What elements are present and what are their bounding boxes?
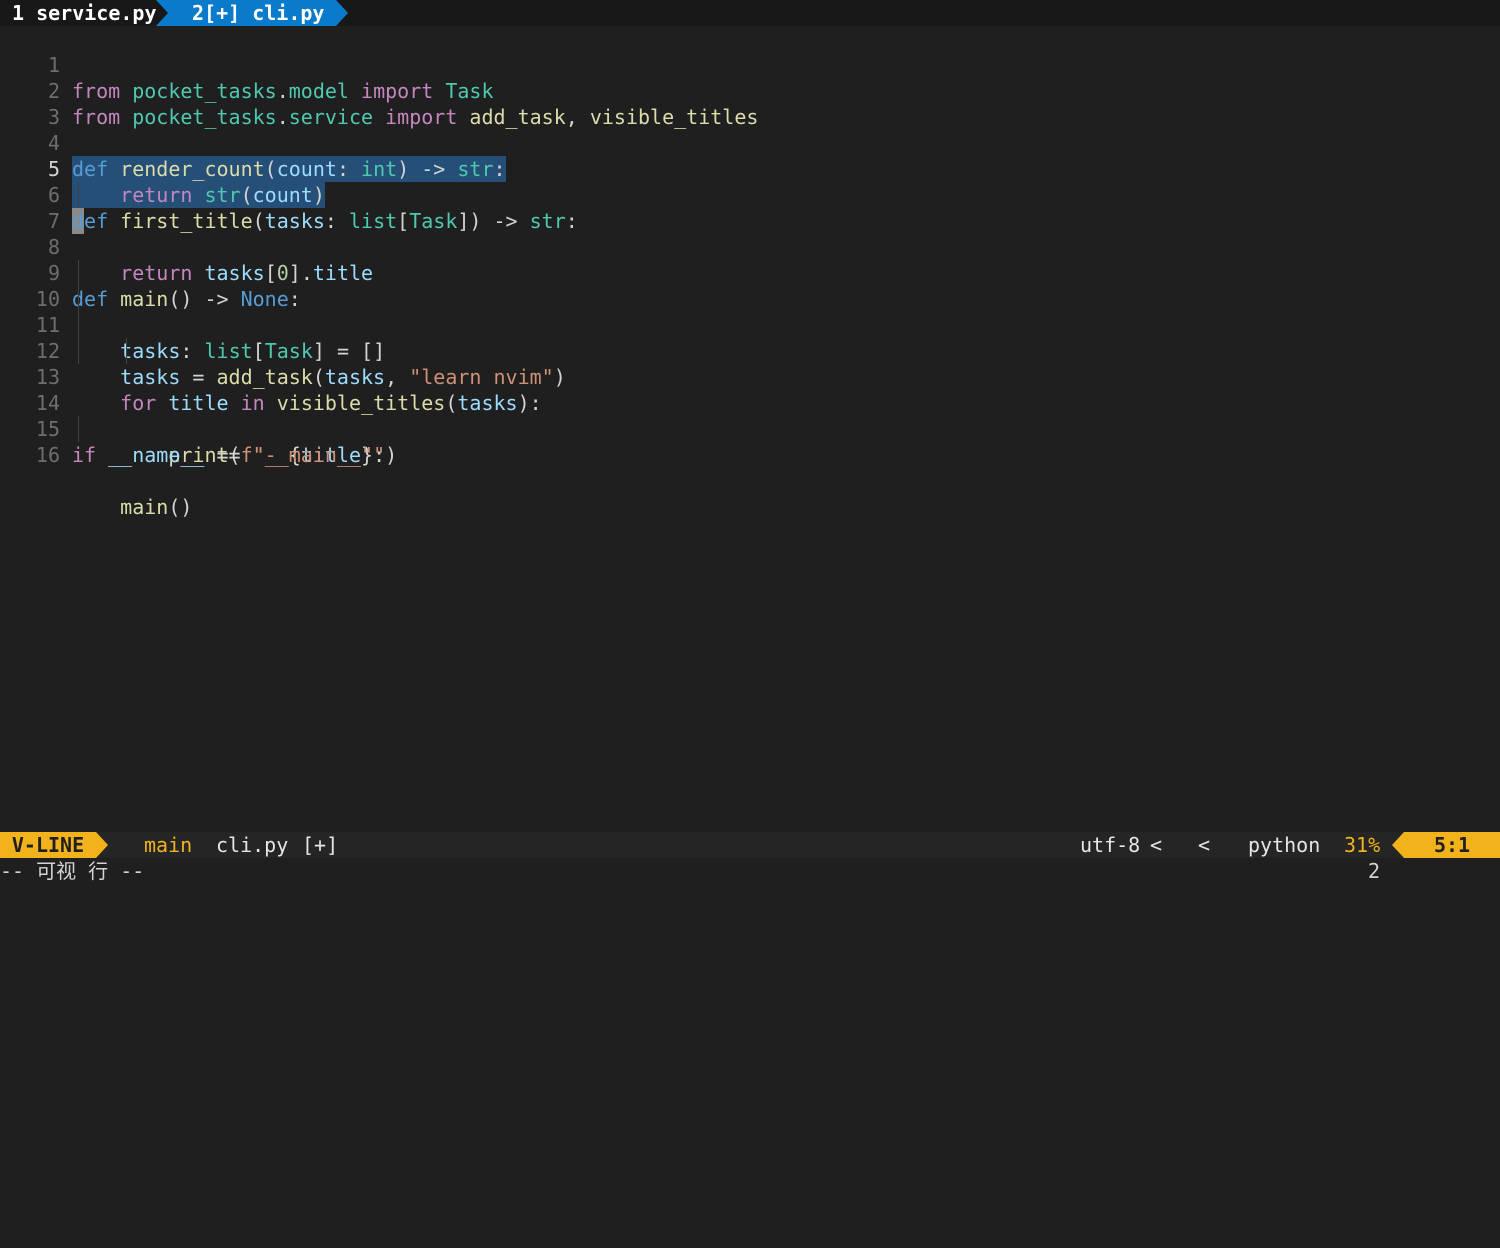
code-line[interactable]: 6 def first_title(tasks: list[Task]) -> … bbox=[0, 156, 1500, 233]
tabline: 1 service.py 2[+] cli.py bbox=[0, 0, 1500, 26]
tab-service-py[interactable]: 1 service.py bbox=[0, 0, 168, 26]
code-line[interactable]: 10 tasks: list[Task] = [] bbox=[0, 260, 1500, 363]
file-encoding: utf-8 bbox=[1080, 833, 1141, 857]
indent-guide bbox=[78, 260, 79, 286]
tab-separator bbox=[156, 0, 168, 26]
code-line[interactable]: 9 def main() -> None: bbox=[0, 234, 1500, 311]
indent-guide bbox=[126, 338, 127, 364]
scroll-percent: 31% bbox=[1344, 833, 1381, 857]
code-line[interactable]: 13 print(f"- {title}") bbox=[0, 338, 1500, 467]
code-line[interactable]: 2 from pocket_tasks.service import add_t… bbox=[0, 52, 1500, 129]
indent-guide bbox=[78, 312, 79, 338]
indent-guide bbox=[78, 286, 79, 312]
code-line[interactable]: 3 bbox=[0, 78, 1500, 129]
file-type: python bbox=[1248, 833, 1321, 857]
indent-guide bbox=[78, 416, 79, 442]
statusline: V-LINE main cli.py [+] utf-8 < < python … bbox=[0, 832, 1500, 880]
editor-pane[interactable]: 1 from pocket_tasks.model import Task 2 … bbox=[0, 26, 1500, 832]
code-line[interactable]: 7 return tasks[0].title bbox=[0, 182, 1500, 285]
git-branch-name[interactable]: main bbox=[144, 832, 192, 858]
code-line[interactable]: 8 bbox=[0, 208, 1500, 259]
command-line[interactable]: -- 可视 行 -- 2 bbox=[0, 858, 1500, 885]
mode-message: -- 可视 行 -- bbox=[0, 859, 145, 883]
indent-guide bbox=[78, 182, 79, 208]
code-line-selected[interactable]: 4 def render_count(count: int) -> str: bbox=[0, 104, 1500, 182]
code-line[interactable]: 15 if __name__ == "__main__": bbox=[0, 390, 1500, 467]
code-line[interactable]: 11 tasks = add_task(tasks, "learn nvim") bbox=[0, 286, 1500, 389]
modified-flag: [+] bbox=[302, 833, 339, 857]
code-line[interactable]: 16 main() bbox=[0, 416, 1500, 519]
indent-guide bbox=[78, 338, 79, 364]
selection-count: 2 bbox=[1368, 859, 1381, 883]
status-filename: cli.py bbox=[216, 833, 289, 857]
mode-indicator: V-LINE bbox=[0, 832, 96, 858]
line-number: 16 bbox=[35, 443, 60, 467]
tab-cli-py[interactable]: 2[+] cli.py bbox=[168, 0, 336, 26]
code-line[interactable]: 1 from pocket_tasks.model import Task bbox=[0, 26, 1500, 103]
mode-arrow bbox=[96, 832, 108, 858]
position-arrow bbox=[1392, 832, 1404, 858]
code-line-selected[interactable]: 5 return str(count) bbox=[0, 130, 1500, 234]
cursor-position: 5:1 bbox=[1404, 832, 1500, 858]
status-separator: < bbox=[1150, 833, 1163, 857]
tab-arrow bbox=[336, 0, 348, 26]
status-separator: < bbox=[1198, 833, 1211, 857]
code-line[interactable]: 12 for title in visible_titles(tasks): bbox=[0, 312, 1500, 415]
code-line[interactable]: 14 bbox=[0, 364, 1500, 415]
